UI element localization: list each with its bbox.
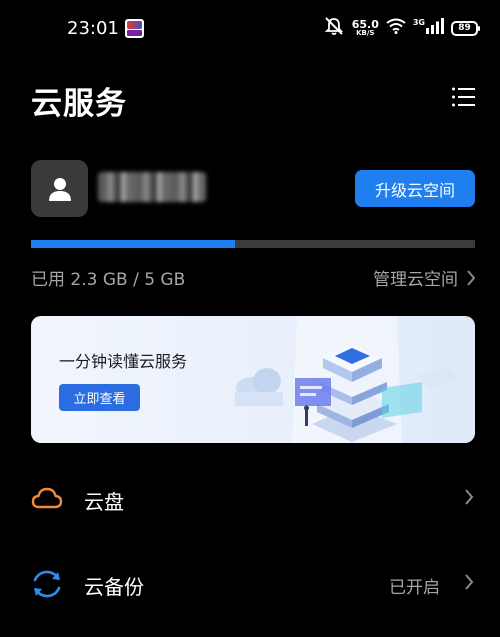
cloud-drive-icon bbox=[31, 487, 63, 509]
view-now-button[interactable]: 立即查看 bbox=[59, 384, 140, 411]
storage-progress-bar bbox=[31, 240, 475, 248]
status-time: 23:01 bbox=[67, 18, 119, 39]
status-icons: 65.0 KB/S 3G 89 bbox=[323, 16, 480, 40]
status-bar: 23:01 65.0 KB/S 3G 89 bbox=[0, 0, 500, 58]
storage-progress-fill bbox=[31, 240, 236, 248]
cloud-server-illustration bbox=[235, 316, 459, 443]
account-name-blurred bbox=[98, 172, 206, 202]
list-menu-icon[interactable] bbox=[451, 85, 475, 109]
list-item-cloud-drive[interactable]: 云盘 bbox=[0, 468, 500, 528]
wifi-icon bbox=[386, 18, 406, 38]
promo-banner[interactable]: 一分钟读懂云服务 立即查看 bbox=[31, 316, 475, 443]
list-item-status: 已开启 bbox=[389, 578, 440, 598]
chevron-right-icon bbox=[467, 269, 476, 286]
chevron-right-icon bbox=[465, 574, 474, 590]
cellular-signal-icon bbox=[426, 18, 444, 38]
list-item-label: 云盘 bbox=[84, 490, 124, 514]
user-avatar[interactable] bbox=[31, 160, 88, 217]
cloud-backup-icon bbox=[33, 570, 61, 598]
app-notification-icon bbox=[125, 19, 144, 38]
user-avatar-icon bbox=[48, 177, 71, 201]
page-title: 云服务 bbox=[31, 86, 127, 122]
banner-title: 一分钟读懂云服务 bbox=[59, 352, 188, 371]
network-speed: 65.0 KB/S bbox=[351, 18, 379, 37]
list-item-label: 云备份 bbox=[84, 575, 144, 599]
list-item-cloud-backup[interactable]: 云备份 已开启 bbox=[0, 553, 500, 613]
network-type: 3G bbox=[412, 17, 425, 27]
upgrade-storage-button[interactable]: 升级云空间 bbox=[355, 170, 475, 207]
mute-icon bbox=[323, 16, 345, 40]
chevron-right-icon bbox=[465, 489, 474, 505]
manage-storage-label: 管理云空间 bbox=[373, 270, 458, 290]
manage-storage-link[interactable]: 管理云空间 bbox=[373, 265, 476, 290]
battery-icon: 89 bbox=[451, 20, 480, 36]
storage-used-text: 已用 2.3 GB / 5 GB bbox=[31, 270, 186, 290]
